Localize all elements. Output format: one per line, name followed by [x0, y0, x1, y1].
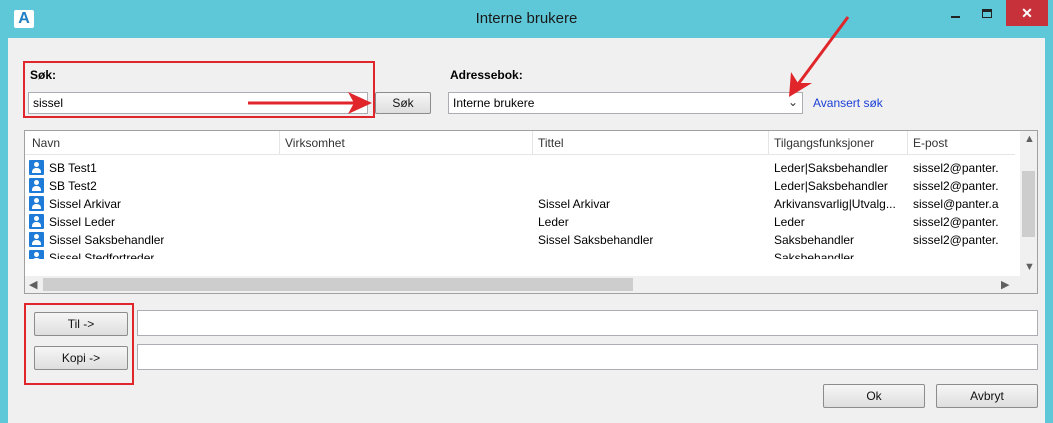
annotation-arrow-search — [248, 92, 372, 114]
dialog-window: A Interne brukere ✕ Søk: sissel Søk Adre… — [0, 0, 1053, 423]
annotation-arrows — [248, 16, 850, 114]
annotation-arrow-dropdown — [789, 16, 850, 97]
